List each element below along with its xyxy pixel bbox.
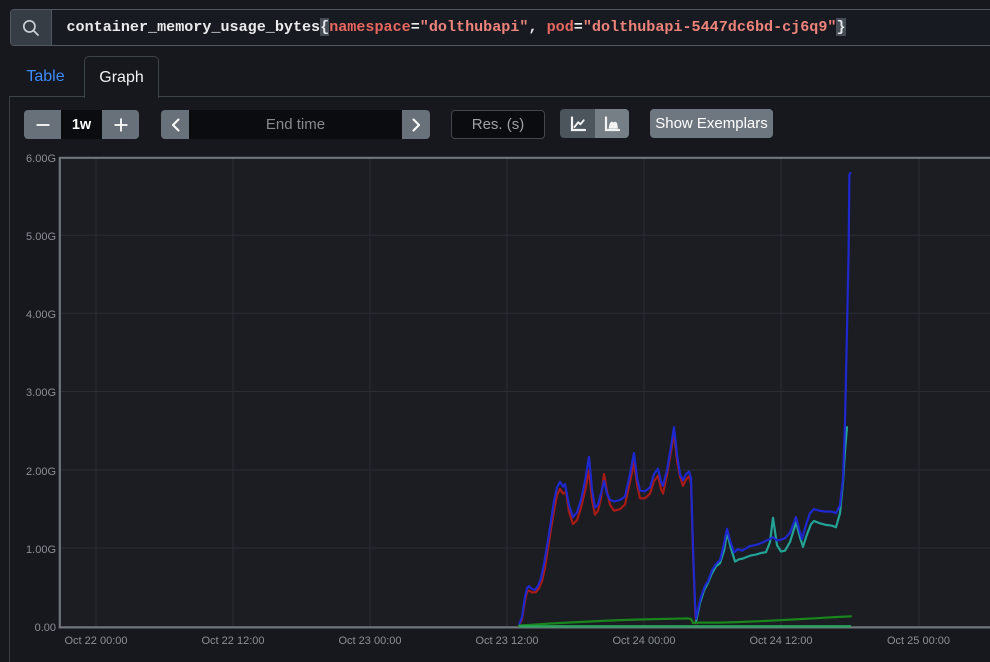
svg-text:6.00G: 6.00G — [26, 153, 56, 165]
svg-text:3.00G: 3.00G — [26, 387, 56, 399]
svg-text:Oct 24 00:00: Oct 24 00:00 — [613, 635, 676, 647]
svg-text:2.00G: 2.00G — [26, 466, 56, 478]
svg-text:Oct 24 12:00: Oct 24 12:00 — [750, 635, 813, 647]
svg-text:Oct 22 00:00: Oct 22 00:00 — [65, 635, 128, 647]
svg-text:5.00G: 5.00G — [26, 231, 56, 243]
svg-text:0.00: 0.00 — [35, 622, 56, 634]
svg-text:Oct 25 00:00: Oct 25 00:00 — [887, 635, 950, 647]
svg-text:Oct 23 00:00: Oct 23 00:00 — [339, 635, 402, 647]
svg-text:4.00G: 4.00G — [26, 309, 56, 321]
svg-text:1.00G: 1.00G — [26, 544, 56, 556]
svg-text:Oct 22 12:00: Oct 22 12:00 — [202, 635, 265, 647]
svg-text:Oct 23 12:00: Oct 23 12:00 — [476, 635, 539, 647]
